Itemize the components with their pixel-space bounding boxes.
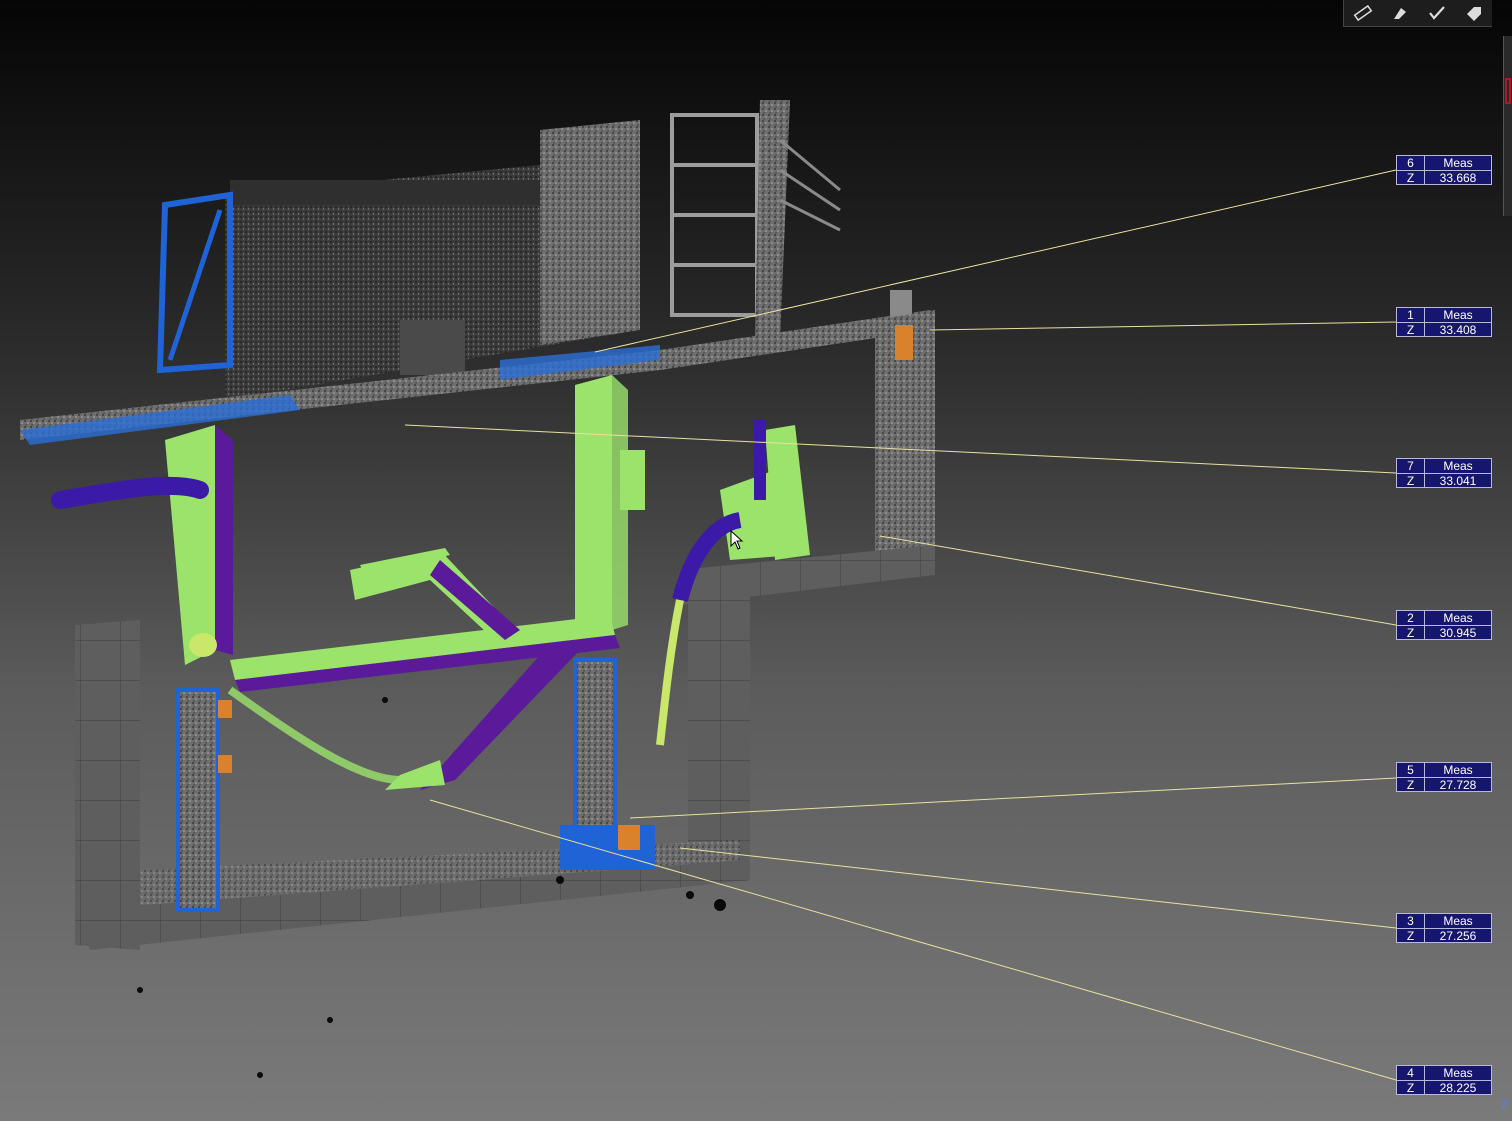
measurement-label-5[interactable]: 5 Meas Z 27.728 [1396,762,1492,792]
3d-viewport[interactable]: 6 Meas Z 33.668 1 Meas Z 33.408 7 Meas Z 33.04… [0,0,1512,1121]
measure-point-button[interactable] [1387,2,1413,24]
measurement-id: 4 [1397,1066,1425,1080]
measurement-id: 7 [1397,459,1425,473]
measurement-axis: Z [1397,1081,1425,1095]
measurement-value: 27.728 [1439,778,1477,792]
measurement-label-3[interactable]: 3 Meas Z 27.256 [1396,913,1492,943]
left-blue-tower [156,191,233,374]
measurement-value: 28.225 [1439,1081,1477,1095]
measure-tag-icon [1466,7,1481,21]
measurement-id: 2 [1397,611,1425,625]
measurement-value: 33.668 [1439,171,1477,185]
measurement-axis: Z [1397,778,1425,792]
purple-ducts [51,420,766,784]
measure-tag-button[interactable] [1461,2,1487,24]
measurement-value: 33.041 [1439,474,1477,488]
measurement-label-4[interactable]: 4 Meas Z 28.225 [1396,1065,1492,1095]
measurement-value: 30.945 [1439,626,1477,640]
measure-distance-icon [1353,4,1372,22]
measurement-id: 6 [1397,156,1425,170]
measurement-toolbar [1343,0,1492,27]
measurement-axis: Z [1397,626,1425,640]
measure-check-icon [1428,6,1445,20]
measurement-label-1[interactable]: 1 Meas Z 33.408 [1396,307,1492,337]
measure-distance-button[interactable] [1350,2,1376,24]
measurement-axis: Z [1397,474,1425,488]
measurement-type: Meas [1443,156,1473,170]
measurement-id: 1 [1397,308,1425,322]
point-cloud-scene[interactable] [0,0,1512,1121]
measurement-id: 5 [1397,763,1425,777]
measurement-type: Meas [1443,308,1473,322]
measure-check-button[interactable] [1424,2,1450,24]
measure-point-icon [1393,8,1406,19]
measurement-label-6[interactable]: 6 Meas Z 33.668 [1396,155,1492,185]
mouse-cursor-icon [730,530,744,550]
measurement-type: Meas [1443,914,1473,928]
side-panel-strip[interactable] [1503,36,1512,216]
measurement-type: Meas [1443,763,1473,777]
measurement-type: Meas [1443,459,1473,473]
right-wall [875,310,935,580]
axis-indicator: Z [1501,1099,1508,1111]
measurement-axis: Z [1397,929,1425,943]
measurement-axis: Z [1397,171,1425,185]
measurement-value: 33.408 [1439,323,1477,337]
measurement-axis: Z [1397,323,1425,337]
measurement-type: Meas [1443,611,1473,625]
measurement-label-7[interactable]: 7 Meas Z 33.041 [1396,458,1492,488]
measurement-type: Meas [1443,1066,1473,1080]
measurement-label-2[interactable]: 2 Meas Z 30.945 [1396,610,1492,640]
side-panel-marker[interactable] [1505,78,1511,104]
measurement-value: 27.256 [1439,929,1477,943]
measurement-id: 3 [1397,914,1425,928]
